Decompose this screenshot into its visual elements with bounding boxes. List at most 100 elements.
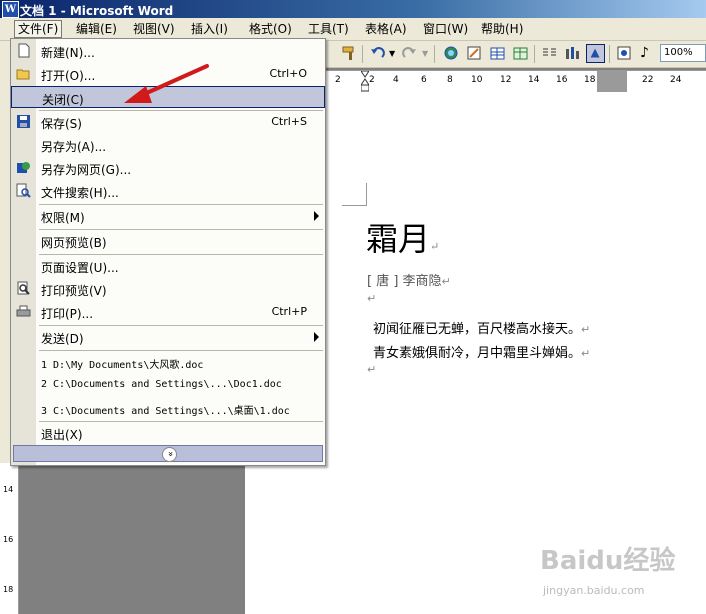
menu-item-page-setup[interactable]: 页面设置(U)... bbox=[11, 255, 325, 277]
menu-item-label: 新建(N)... bbox=[41, 46, 95, 60]
vertical-ruler[interactable]: 14 16 18 bbox=[0, 463, 19, 614]
menu-help[interactable]: 帮助(H) bbox=[478, 21, 526, 37]
menu-item-send[interactable]: 发送(D) bbox=[11, 326, 325, 348]
left-strip bbox=[0, 67, 10, 467]
expand-menu-button[interactable]: » bbox=[13, 445, 323, 462]
menu-item-open[interactable]: 打开(O)... Ctrl+O bbox=[11, 63, 325, 85]
menu-item-label: 退出(X) bbox=[41, 428, 83, 442]
menu-item-save-as[interactable]: 另存为(A)... bbox=[11, 134, 325, 156]
menu-item-recent-3[interactable]: 3 C:\Documents and Settings\...\桌面\1.doc bbox=[11, 397, 325, 419]
save-web-icon bbox=[17, 162, 30, 173]
menu-item-label: 页面设置(U)... bbox=[41, 261, 119, 275]
poem-author[interactable]: [ 唐 ] 李商隐↵ bbox=[367, 270, 451, 289]
window-title: 文档 1 - Microsoft Word bbox=[20, 4, 174, 18]
paragraph-mark-icon[interactable]: ♪ bbox=[640, 45, 649, 61]
undo-icon[interactable] bbox=[368, 44, 387, 63]
menu-item-close[interactable]: 关闭(C) bbox=[11, 86, 325, 108]
menu-item-save-as-web[interactable]: 另存为网页(G)... bbox=[11, 157, 325, 179]
menu-item-new[interactable]: 新建(N)... bbox=[11, 40, 325, 62]
tables-borders-icon[interactable] bbox=[465, 44, 484, 63]
menu-item-label: 另存为网页(G)... bbox=[41, 163, 132, 177]
menu-item-print[interactable]: 打印(P)... Ctrl+P bbox=[11, 301, 325, 323]
submenu-arrow-icon bbox=[314, 332, 319, 342]
file-menu-dropdown: 新建(N)... 打开(O)... Ctrl+O 关闭(C) 保存(S) Ctr… bbox=[10, 38, 326, 466]
menu-item-label: 发送(D) bbox=[41, 332, 84, 346]
poem-line-2[interactable]: 青女素娥俱耐冷，月中霜里斗婵娟。↵ bbox=[373, 342, 590, 361]
menu-format[interactable]: 格式(O) bbox=[246, 21, 295, 37]
ruler-number: 14 bbox=[528, 75, 540, 85]
menu-window[interactable]: 窗口(W) bbox=[420, 21, 471, 37]
new-doc-icon bbox=[18, 43, 30, 58]
print-preview-icon bbox=[17, 281, 30, 295]
paragraph-mark: ↵ bbox=[367, 363, 377, 376]
redo-icon[interactable] bbox=[400, 44, 419, 63]
menu-item-shortcut: Ctrl+S bbox=[271, 115, 307, 128]
drawing-icon[interactable] bbox=[563, 44, 582, 63]
file-search-icon bbox=[16, 183, 31, 198]
ruler-number: 16 bbox=[556, 75, 568, 85]
format-painter-icon[interactable] bbox=[340, 44, 359, 63]
menu-tools[interactable]: 工具(T) bbox=[305, 21, 352, 37]
chevron-double-down-icon: » bbox=[162, 447, 177, 462]
ruler-number: 8 bbox=[447, 75, 453, 85]
menu-item-recent-2[interactable]: 2 C:\Documents and Settings\...\Doc1.doc bbox=[11, 374, 325, 396]
menu-edit[interactable]: 编辑(E) bbox=[73, 21, 120, 37]
expand-glyph: » bbox=[164, 451, 175, 457]
menu-item-recent-1[interactable]: 1 D:\My Documents\大风歌.doc bbox=[11, 351, 325, 373]
poem-title[interactable]: 霜月↵ bbox=[366, 214, 439, 260]
insert-hyperlink-icon[interactable] bbox=[442, 44, 461, 63]
menu-item-file-search[interactable]: 文件搜索(H)... bbox=[11, 180, 325, 202]
title-bar: W 文档 1 - Microsoft Word bbox=[0, 0, 706, 18]
ruler-number: 2 bbox=[369, 75, 375, 85]
ruler-number: 2 bbox=[335, 75, 341, 85]
empty-paragraph[interactable]: ↵ bbox=[367, 291, 376, 306]
insert-table-icon[interactable] bbox=[488, 44, 507, 63]
ruler-number: 24 bbox=[670, 75, 682, 85]
menu-table[interactable]: 表格(A) bbox=[362, 21, 410, 37]
vruler-number: 14 bbox=[3, 485, 14, 494]
baidu-watermark-url: jingyan.baidu.com bbox=[543, 584, 645, 597]
paragraph-mark: ↵ bbox=[441, 275, 451, 288]
paragraph-mark: ↵ bbox=[430, 240, 440, 253]
word-app-icon[interactable]: W bbox=[2, 1, 19, 18]
ruler-number: 6 bbox=[421, 75, 427, 85]
redo-dropdown-icon[interactable]: ▼ bbox=[422, 49, 428, 58]
menu-item-label: 权限(M) bbox=[41, 211, 85, 225]
vruler-number: 18 bbox=[3, 585, 14, 594]
print-icon bbox=[16, 305, 31, 317]
zoom-value[interactable]: 100% bbox=[664, 47, 693, 58]
margin-corner-mark bbox=[342, 183, 367, 206]
document-map-icon[interactable] bbox=[586, 44, 605, 63]
show-hide-icon[interactable] bbox=[615, 44, 634, 63]
menu-view[interactable]: 视图(V) bbox=[130, 21, 178, 37]
indent-marker-icon[interactable] bbox=[360, 70, 370, 92]
poem-title-text: 霜月 bbox=[366, 220, 431, 258]
columns-icon[interactable] bbox=[540, 44, 559, 63]
menu-item-label: 网页预览(B) bbox=[41, 236, 107, 250]
menu-item-print-preview[interactable]: 打印预览(V) bbox=[11, 278, 325, 300]
menu-file[interactable]: 文件(F) bbox=[14, 20, 63, 38]
undo-dropdown-icon[interactable]: ▼ bbox=[389, 49, 395, 58]
paragraph-mark: ↵ bbox=[367, 292, 377, 305]
poem-author-text: [ 唐 ] 李商隐 bbox=[367, 274, 442, 289]
baidu-watermark-logo: Baidu经验 bbox=[540, 546, 676, 576]
menu-item-label: 打印(P)... bbox=[41, 307, 94, 321]
ruler-number: 18 bbox=[584, 75, 596, 85]
empty-paragraph[interactable]: ↵ bbox=[367, 362, 376, 377]
save-icon bbox=[17, 115, 30, 128]
menu-item-label: 保存(S) bbox=[41, 117, 82, 131]
menu-item-exit[interactable]: 退出(X) bbox=[11, 422, 325, 444]
insert-excel-icon[interactable] bbox=[511, 44, 530, 63]
ruler-number: 12 bbox=[500, 75, 512, 85]
menu-item-shortcut: Ctrl+P bbox=[271, 305, 307, 318]
menu-insert[interactable]: 插入(I) bbox=[188, 21, 231, 37]
ruler-number: 4 bbox=[393, 75, 399, 85]
menu-item-label: 3 C:\Documents and Settings\...\桌面\1.doc bbox=[41, 406, 290, 417]
menu-item-permission[interactable]: 权限(M) bbox=[11, 205, 325, 227]
menu-item-label: 1 D:\My Documents\大风歌.doc bbox=[41, 360, 204, 371]
poem-line-1[interactable]: 初闻征雁已无蝉，百尺楼高水接天。↵ bbox=[373, 318, 590, 337]
menu-item-save[interactable]: 保存(S) Ctrl+S bbox=[11, 111, 325, 133]
poem-line-text: 初闻征雁已无蝉，百尺楼高水接天。 bbox=[373, 322, 582, 337]
menu-item-web-preview[interactable]: 网页预览(B) bbox=[11, 230, 325, 252]
horizontal-ruler[interactable]: 2 2 4 6 8 10 12 14 16 18 22 24 bbox=[324, 70, 706, 94]
